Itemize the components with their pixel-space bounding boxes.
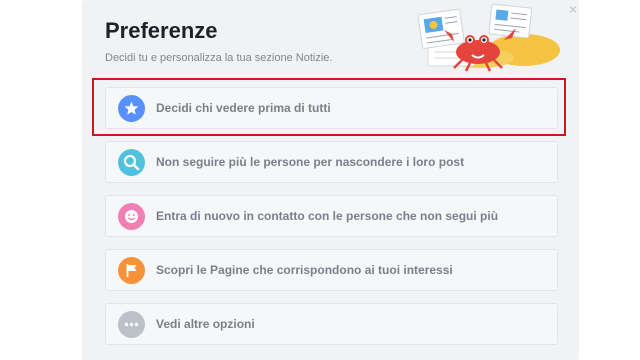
- option-unfollow[interactable]: Non seguire più le persone per nasconder…: [105, 141, 558, 183]
- option-label: Decidi chi vedere prima di tutti: [156, 101, 331, 115]
- newspaper-right-icon: [488, 3, 533, 39]
- option-discover-pages[interactable]: Scopri le Pagine che corrispondono ai tu…: [105, 249, 558, 291]
- flag-icon: [118, 257, 145, 284]
- crab-illustration: [417, 3, 560, 72]
- dialog-subtitle: Decidi tu e personalizza la tua sezione …: [105, 52, 333, 64]
- close-icon[interactable]: ×: [566, 2, 580, 16]
- option-label: Entra di nuovo in contatto con le person…: [156, 209, 499, 223]
- option-label: Non seguire più le persone per nasconder…: [156, 155, 465, 169]
- search-icon: [118, 149, 145, 176]
- option-more-options[interactable]: Vedi altre opzioni: [105, 303, 558, 345]
- newspaper-left-icon: [417, 8, 465, 49]
- dialog-title: Preferenze: [105, 18, 218, 43]
- star-icon: [118, 95, 145, 122]
- option-reconnect[interactable]: Entra di nuovo in contatto con le person…: [105, 195, 558, 237]
- more-icon: [118, 311, 145, 338]
- option-label: Scopri le Pagine che corrispondono ai tu…: [156, 263, 453, 277]
- option-label: Vedi altre opzioni: [156, 317, 255, 331]
- option-see-first[interactable]: Decidi chi vedere prima di tutti: [105, 87, 558, 129]
- smile-icon: [118, 203, 145, 230]
